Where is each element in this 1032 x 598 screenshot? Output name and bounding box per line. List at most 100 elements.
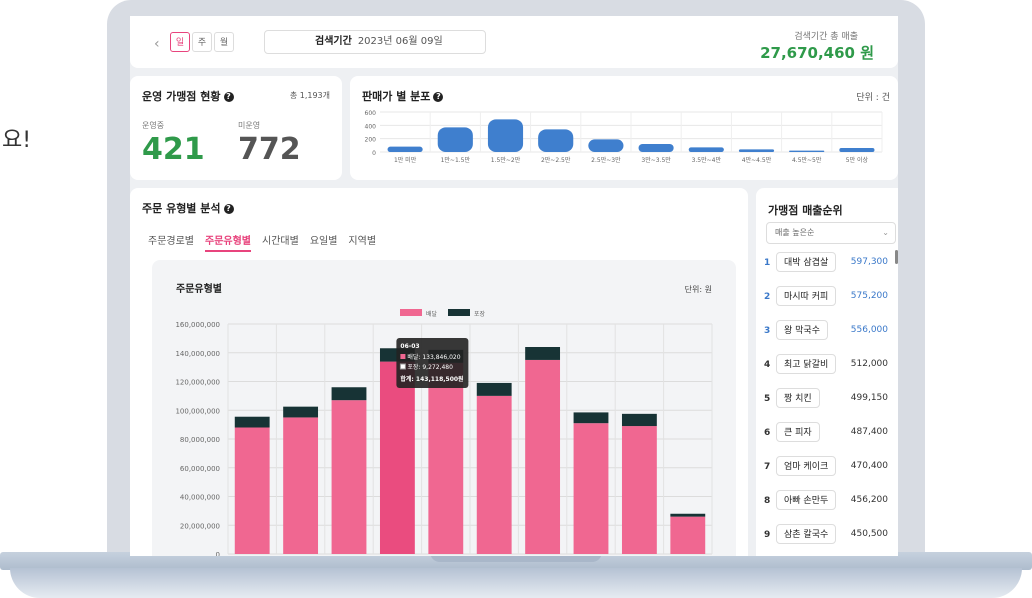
legend-swatch-takeout: [448, 309, 470, 316]
chevron-down-icon: ⌄: [882, 228, 889, 237]
order-y-tick: 60,000,000: [180, 465, 220, 473]
sort-select[interactable]: 매출 높은순 ⌄: [766, 222, 896, 244]
total-sales-value: 27,670,460 원: [760, 44, 874, 62]
price-bar: [387, 146, 423, 152]
order-type-chart-panel: 주문유형별 단위: 원 배달 포장 160,000,000 140,000,000 120,…: [152, 260, 736, 556]
tab-time[interactable]: 시간대별: [262, 232, 299, 252]
closed-count: 772: [238, 132, 301, 167]
price-x-tick: 3.5만~4만: [692, 156, 722, 164]
operating-label: 운영중: [142, 121, 165, 130]
order-bar-delivery: [283, 417, 319, 554]
ranking-sales-value: 597,300: [850, 257, 888, 267]
price-bar: [688, 147, 724, 152]
ranking-store-name: 큰 피자: [776, 422, 820, 442]
ranking-store-name: 마시따 커피: [776, 286, 837, 306]
order-bar-delivery: [670, 516, 706, 554]
search-period-field[interactable]: 검색기간 2023년 06월 09일: [264, 30, 486, 54]
ranking-store-name: 엄마 케이크: [776, 456, 837, 476]
help-icon[interactable]: ?: [433, 92, 444, 102]
store-status-card: 운영 가맹점 현황? 총 1,193개 운영중 421 미운영 772: [130, 76, 342, 180]
ranking-sales-value: 487,400: [850, 427, 888, 437]
order-analysis-title-text: 주문 유형별 분석: [142, 202, 221, 215]
order-y-tick: 0: [216, 551, 220, 556]
ranking-row[interactable]: 8 아빠 손만두 456,200: [762, 488, 896, 512]
tooltip-takeout: 포장: 9,272,480: [407, 363, 453, 371]
ranking-store-name: 아빠 손만두: [776, 490, 837, 510]
ranking-row[interactable]: 3 왕 막국수 556,000: [762, 318, 896, 342]
order-y-tick: 20,000,000: [180, 522, 220, 530]
order-bar-takeout: [283, 406, 319, 418]
search-period-date: 2023년 06월 09일: [357, 36, 443, 47]
price-bar: [437, 127, 473, 152]
help-icon[interactable]: ?: [223, 92, 234, 102]
order-type-chart: 주문유형별 단위: 원배달 포장 160,000,000 140,000,000 120,…: [175, 282, 713, 556]
ranking-store-name: 삼촌 칼국수: [776, 524, 837, 544]
ranking-store-name: 대박 삼겹살: [776, 252, 837, 272]
ranking-row[interactable]: 5 짱 치킨 499,150: [762, 386, 896, 410]
period-tab-month[interactable]: 월: [214, 32, 234, 52]
ranking-row[interactable]: 1 대박 삼겹살 597,300: [762, 250, 896, 274]
order-bar-takeout: [670, 513, 706, 517]
ranking-number: 5: [764, 394, 771, 404]
tab-order-channel[interactable]: 주문경로별: [148, 232, 194, 252]
period-tab-day[interactable]: 일: [170, 32, 190, 52]
closed-label: 미운영: [238, 121, 261, 130]
store-ranking-card: 가맹점 매출순위 매출 높은순 ⌄ 1 대박 삼겹살 597,300 2 마시따 커피 5…: [756, 188, 898, 556]
order-y-tick: 160,000,000: [175, 321, 220, 329]
price-bar: [538, 129, 574, 152]
store-status-title: 운영 가맹점 현황?: [142, 88, 234, 104]
order-y-tick: 140,000,000: [175, 350, 220, 358]
tab-order-type[interactable]: 주문유형별: [205, 232, 251, 252]
order-bar-delivery: [621, 426, 657, 554]
tooltip-delivery: 배달: 133,846,020: [407, 353, 460, 361]
ranking-number: 6: [764, 428, 771, 438]
ranking-sales-value: 470,400: [850, 461, 888, 471]
tab-weekday[interactable]: 요일별: [310, 232, 338, 252]
store-status-title-text: 운영 가맹점 현황: [142, 90, 221, 103]
order-y-tick: 100,000,000: [175, 407, 220, 415]
ranking-number: 2: [764, 292, 771, 302]
price-x-tick: 3만~3.5만: [641, 156, 671, 164]
price-bar: [487, 119, 524, 152]
help-icon[interactable]: ?: [223, 204, 234, 214]
chevron-left-icon[interactable]: ‹: [154, 36, 160, 52]
price-bar: [588, 139, 624, 152]
order-bar-delivery: [525, 359, 561, 554]
order-bar-takeout: [621, 413, 657, 427]
tooltip-swatch-delivery: [400, 354, 406, 359]
ranking-row[interactable]: 2 마시따 커피 575,200: [762, 284, 896, 308]
order-bar-delivery: [331, 400, 367, 554]
price-x-tick: 2.5만~3만: [591, 156, 621, 164]
order-bar-takeout: [234, 416, 270, 428]
order-bar-delivery: [428, 362, 464, 554]
ranking-number: 8: [764, 496, 771, 506]
search-bar: ‹ 일 주 월 검색기간 2023년 06월 09일 검색기간 총 매출 27,6…: [130, 16, 898, 68]
ranking-store-name: 최고 닭갈비: [776, 354, 837, 374]
total-sales-label: 검색기간 총 매출: [794, 32, 858, 42]
order-bar-delivery: [476, 395, 512, 554]
ranking-store-name: 짱 치킨: [776, 388, 820, 408]
ranking-sales-value: 456,200: [850, 495, 888, 505]
ranking-sales-value: 499,150: [850, 393, 888, 403]
ranking-row[interactable]: 6 큰 피자 487,400: [762, 420, 896, 444]
price-distribution-title: 판매가 별 분포?: [362, 88, 444, 104]
order-bar-takeout: [476, 382, 512, 396]
ranking-row[interactable]: 7 엄마 케이크 470,400: [762, 454, 896, 478]
order-bar-takeout: [573, 412, 609, 424]
tab-region[interactable]: 지역별: [348, 232, 376, 252]
ranking-row[interactable]: 9 삼촌 칼국수 450,500: [762, 522, 896, 546]
ranking-sales-value: 450,500: [850, 529, 888, 539]
ranking-sales-value: 575,200: [850, 291, 888, 301]
laptop-base-bottom: [10, 568, 1022, 598]
ranking-row[interactable]: 4 최고 닭갈비 512,000: [762, 352, 896, 376]
price-bar: [839, 148, 875, 152]
period-tab-week[interactable]: 주: [192, 32, 212, 52]
price-distribution-card: 판매가 별 분포? 단위 : 건 600 400 200 0 1만 미만 1만~1.5만 1…: [350, 76, 898, 180]
order-y-tick: 40,000,000: [180, 494, 220, 502]
order-analysis-tabs: 주문경로별 주문유형별 시간대별 요일별 지역별: [148, 232, 387, 252]
price-y-tick: 0: [372, 150, 376, 157]
stage: 요! ‹ 일 주 월 검색기간 2023년 06월 09일 검색기간 총 매출 2…: [0, 0, 1032, 598]
order-bar-takeout: [525, 347, 561, 360]
ranking-number: 4: [764, 360, 771, 370]
price-x-tick: 1만 미만: [394, 156, 417, 164]
